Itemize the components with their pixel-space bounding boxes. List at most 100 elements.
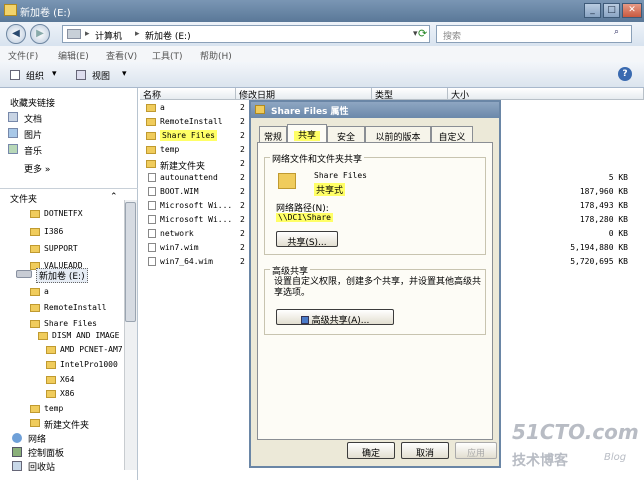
column-header-date[interactable]: 修改日期 bbox=[236, 88, 372, 101]
list-item[interactable]: temp bbox=[160, 145, 179, 154]
favorite-pictures[interactable]: 图片 bbox=[24, 128, 42, 141]
list-item[interactable]: a bbox=[160, 103, 165, 112]
drive-icon bbox=[16, 270, 32, 278]
favorite-music[interactable]: 音乐 bbox=[24, 144, 42, 157]
help-icon[interactable]: ? bbox=[618, 67, 632, 81]
tree-item[interactable]: RemoteInstall bbox=[44, 303, 107, 312]
tree-item[interactable]: temp bbox=[44, 404, 63, 413]
folder-icon bbox=[255, 105, 265, 114]
list-item[interactable]: Microsoft Wi... bbox=[160, 201, 232, 210]
date-cell: 2 bbox=[240, 229, 245, 238]
column-header-name[interactable]: 名称 bbox=[140, 88, 236, 101]
folder-icon bbox=[146, 132, 156, 140]
list-item[interactable]: BOOT.WIM bbox=[160, 187, 199, 196]
menu-edit[interactable]: 编辑(E) bbox=[58, 49, 89, 62]
refresh-icon[interactable]: ⟳ bbox=[418, 27, 430, 41]
folder-icon bbox=[30, 288, 40, 296]
organize-icon bbox=[10, 70, 20, 80]
tree-item[interactable]: a bbox=[44, 287, 49, 296]
search-icon[interactable]: ⌕ bbox=[614, 27, 619, 37]
tree-item[interactable]: IntelPro1000 bbox=[60, 360, 122, 369]
breadcrumb-sep: ▸ bbox=[135, 29, 140, 39]
tree-scrollbar-thumb[interactable] bbox=[125, 202, 136, 322]
tab-sharing[interactable]: 共享 bbox=[287, 124, 327, 142]
tab-general[interactable]: 常规 bbox=[259, 126, 287, 143]
control-panel-icon bbox=[12, 447, 22, 457]
cancel-button[interactable]: 取消 bbox=[401, 442, 449, 459]
tree-item[interactable]: AMD PCNET-AM7 bbox=[60, 345, 122, 354]
close-button[interactable]: ✕ bbox=[622, 3, 642, 18]
address-bar[interactable]: ▸ 计算机 ▸ 新加卷 (E:) ▾ bbox=[62, 25, 430, 43]
menu-file[interactable]: 文件(F) bbox=[8, 49, 38, 62]
breadcrumb-volume[interactable]: 新加卷 (E:) bbox=[145, 29, 191, 42]
list-item[interactable]: autounattend bbox=[160, 173, 218, 182]
folder-icon bbox=[30, 419, 40, 427]
date-cell: 2 bbox=[240, 257, 245, 266]
date-cell: 2 bbox=[240, 103, 245, 112]
tree-item[interactable]: X64 bbox=[60, 375, 74, 384]
chevron-down-icon[interactable]: ▾ bbox=[52, 69, 57, 79]
apply-button[interactable]: 应用 bbox=[455, 442, 497, 459]
favorites-more[interactable]: 更多 » bbox=[24, 162, 50, 175]
share-button[interactable]: 共享(S)... bbox=[276, 231, 338, 248]
back-button[interactable]: ◀ bbox=[6, 24, 26, 44]
window-title-bar: 新加卷 (E:) _ □ ✕ bbox=[0, 0, 644, 22]
view-button[interactable]: 视图 bbox=[92, 69, 110, 82]
tree-item-control-panel[interactable]: 控制面板 bbox=[28, 446, 64, 459]
chevron-down-icon[interactable]: ▾ bbox=[413, 29, 418, 39]
file-icon bbox=[148, 201, 156, 210]
search-input[interactable]: 搜索 bbox=[436, 25, 632, 43]
chevron-up-icon[interactable]: ⌃ bbox=[110, 192, 118, 202]
maximize-button[interactable]: □ bbox=[603, 3, 620, 18]
list-item[interactable]: RemoteInstall bbox=[160, 117, 223, 126]
list-item-highlighted[interactable]: Share Files bbox=[160, 130, 217, 141]
tree-item[interactable]: X86 bbox=[60, 389, 74, 398]
dialog-title: Share Files 属性 bbox=[271, 107, 349, 117]
tree-item[interactable]: DISM AND IMAGE bbox=[52, 331, 119, 340]
column-header-size[interactable]: 大小 bbox=[448, 88, 644, 101]
tree-item-selected[interactable]: 新加卷 (E:) bbox=[36, 268, 88, 283]
tree-item[interactable]: 新建文件夹 bbox=[44, 418, 89, 431]
tab-security[interactable]: 安全 bbox=[327, 126, 365, 143]
tree-item-network[interactable]: 网络 bbox=[28, 432, 46, 445]
tree-item[interactable]: I386 bbox=[44, 227, 63, 236]
menu-tools[interactable]: 工具(T) bbox=[152, 49, 183, 62]
breadcrumb-computer[interactable]: 计算机 bbox=[95, 29, 122, 42]
size-cell: 0 KB bbox=[608, 229, 628, 238]
favorite-documents[interactable]: 文档 bbox=[24, 112, 42, 125]
column-header-type[interactable]: 类型 bbox=[372, 88, 448, 101]
command-toolbar: 组织 ▾ 视图 ▾ ? bbox=[0, 62, 644, 88]
list-item[interactable]: win7.wim bbox=[160, 243, 199, 252]
list-item[interactable]: win7_64.wim bbox=[160, 257, 213, 266]
menu-view[interactable]: 查看(V) bbox=[106, 49, 137, 62]
tree-item[interactable]: SUPPORT bbox=[44, 244, 78, 253]
shield-icon bbox=[300, 316, 309, 324]
folder-icon bbox=[146, 146, 156, 154]
list-item[interactable]: 新建文件夹 bbox=[160, 159, 205, 172]
date-cell: 2 bbox=[240, 187, 245, 196]
tab-sharing-label: 共享 bbox=[293, 131, 320, 141]
list-item[interactable]: network bbox=[160, 229, 194, 238]
folder-icon bbox=[30, 405, 40, 413]
chevron-down-icon[interactable]: ▾ bbox=[122, 69, 127, 79]
ok-button[interactable]: 确定 bbox=[347, 442, 395, 459]
tab-previous-versions[interactable]: 以前的版本 bbox=[365, 126, 431, 143]
forward-button[interactable]: ▶ bbox=[30, 24, 50, 44]
tree-item-recycle-bin[interactable]: 回收站 bbox=[28, 460, 55, 473]
advanced-share-button[interactable]: 高级共享(A)... bbox=[276, 309, 394, 326]
folder-icon bbox=[46, 361, 56, 369]
size-cell: 187,960 KB bbox=[579, 187, 628, 196]
recycle-bin-icon bbox=[12, 461, 22, 471]
organize-button[interactable]: 组织 bbox=[26, 69, 44, 82]
properties-dialog: Share Files 属性 常规 共享 安全 以前的版本 自定义 网络文件和文… bbox=[249, 100, 501, 468]
menu-help[interactable]: 帮助(H) bbox=[200, 49, 232, 62]
music-icon bbox=[8, 144, 18, 154]
list-item[interactable]: Microsoft Wi... bbox=[160, 215, 232, 224]
file-icon bbox=[148, 229, 156, 238]
folder-icon bbox=[4, 4, 17, 16]
size-cell: 5,194,880 KB bbox=[570, 243, 628, 252]
minimize-button[interactable]: _ bbox=[584, 3, 601, 18]
tab-customize[interactable]: 自定义 bbox=[431, 126, 473, 143]
tree-item[interactable]: Share Files bbox=[44, 319, 97, 328]
tree-item[interactable]: DOTNETFX bbox=[44, 209, 83, 218]
